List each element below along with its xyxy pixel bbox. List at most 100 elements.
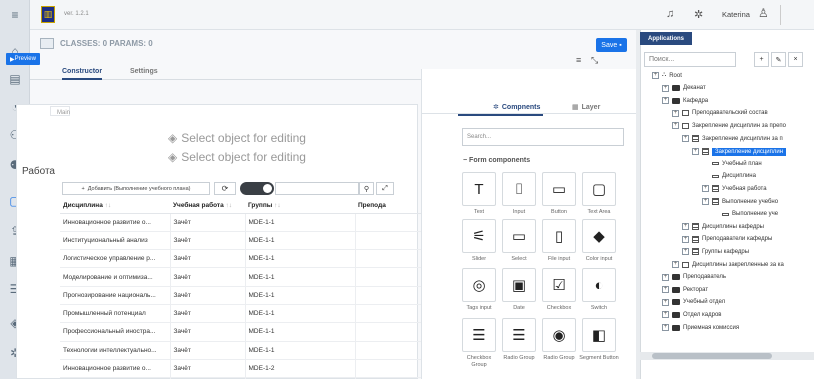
tree-node[interactable]: + Выполнение учебно bbox=[702, 198, 778, 205]
tree-node[interactable]: + Группы кафедры bbox=[682, 248, 749, 256]
column-header[interactable]: Дисциплина ↑↓ bbox=[60, 198, 170, 214]
table-row[interactable]: Промышленный потенциал Зачёт MDE-1-1 bbox=[60, 304, 428, 324]
component-file-input-tile[interactable]: ▯ bbox=[542, 219, 576, 253]
components-search-input[interactable]: Search... bbox=[462, 128, 624, 146]
expand-toggle-icon[interactable]: + bbox=[662, 324, 669, 331]
component-date-tile[interactable]: ▣ bbox=[502, 268, 536, 302]
expand-toggle-icon[interactable]: + bbox=[682, 248, 689, 256]
preview-button[interactable]: ▶ Preview bbox=[6, 53, 40, 65]
tree-node[interactable]: + Преподаватель bbox=[662, 273, 726, 281]
tree-node[interactable]: + Преподаватели кафедры bbox=[682, 235, 772, 243]
expand-toggle-icon[interactable]: + bbox=[662, 298, 669, 306]
view-toggle[interactable] bbox=[240, 182, 274, 195]
component-color-input-tile[interactable]: ◆ bbox=[582, 219, 616, 253]
hamburger-menu-icon[interactable]: ≡ bbox=[576, 55, 581, 65]
tree-node[interactable]: + Учебный отдел bbox=[662, 298, 725, 306]
component-checkbox-group-tile[interactable]: ☰ bbox=[462, 318, 496, 352]
component-input-tile[interactable]: ⌷ bbox=[502, 172, 536, 206]
table-row[interactable]: Прогнозирование националь... Зачёт MDE-1-1 bbox=[60, 286, 428, 305]
tree-node[interactable]: + Кафедра bbox=[662, 97, 708, 105]
tab-layer[interactable]: ▦ Layer bbox=[572, 103, 600, 112]
table-row[interactable]: Институциональный анализ Зачёт MDE-1-1 bbox=[60, 231, 428, 251]
tree-node[interactable]: + Дисциплины закрепленные за ка bbox=[672, 261, 784, 268]
add-row-button[interactable]: + Добавить (Выполнение учебного плана) bbox=[62, 182, 210, 195]
expand-toggle-icon[interactable]: + bbox=[692, 148, 699, 156]
tree-node[interactable]: + Закрепление дисциплин за п bbox=[682, 135, 783, 142]
tree-node[interactable]: + Деканат bbox=[662, 84, 706, 92]
expand-toggle-icon[interactable]: + bbox=[672, 261, 679, 268]
tree-node[interactable]: Выполнение уче bbox=[712, 211, 778, 218]
delete-node-button[interactable]: × bbox=[788, 52, 803, 67]
component-radio-group-tile[interactable]: ◉ bbox=[542, 318, 576, 352]
tree-node[interactable]: Учебный план bbox=[702, 160, 762, 167]
gear-icon[interactable]: ✲ bbox=[694, 8, 703, 21]
table-row[interactable]: Технологии интеллектуально... Зачёт MDE-1-… bbox=[60, 341, 428, 360]
component-segment-button-tile[interactable]: ◧ bbox=[582, 318, 616, 352]
column-header[interactable]: Препода bbox=[355, 198, 428, 214]
user-name[interactable]: Katerina bbox=[722, 10, 750, 19]
table-search-input[interactable] bbox=[275, 182, 359, 195]
menu-icon[interactable]: ≡ bbox=[6, 6, 24, 24]
expand-toggle-icon[interactable]: + bbox=[682, 135, 689, 142]
tree-node[interactable]: + Отдел кадров bbox=[662, 311, 721, 319]
expand-toggle-icon[interactable] bbox=[702, 160, 709, 167]
scrollbar-thumb[interactable] bbox=[652, 353, 772, 359]
collapse-icon[interactable]: ⤡ bbox=[591, 55, 598, 66]
expand-button[interactable]: ⤢ bbox=[376, 182, 394, 195]
column-header[interactable]: Учебная работа ↑↓ bbox=[170, 198, 245, 214]
expand-toggle-icon[interactable]: + bbox=[662, 273, 669, 281]
save-button[interactable]: Save ▪ bbox=[596, 38, 627, 52]
expand-toggle-icon[interactable] bbox=[702, 173, 709, 180]
table-search-button[interactable]: ⚲ bbox=[359, 182, 374, 195]
bell-icon[interactable]: ♫ bbox=[666, 8, 674, 20]
tree-node[interactable]: Дисциплина bbox=[702, 173, 756, 180]
tree-node[interactable]: + Преподавательский состав bbox=[672, 109, 768, 117]
table-row[interactable]: Логистическое управление р... Зачёт MDE-1-… bbox=[60, 249, 428, 269]
table-row[interactable]: Инновационное развитие о... Зачёт MDE-1-1 bbox=[60, 213, 428, 232]
component-switch-tile[interactable]: ◐ bbox=[582, 268, 616, 302]
tree-node[interactable]: + ⛬ Root bbox=[652, 72, 682, 79]
tree-horizontal-scrollbar[interactable] bbox=[640, 352, 814, 360]
expand-toggle-icon[interactable]: + bbox=[662, 97, 669, 105]
expand-toggle-icon[interactable]: + bbox=[672, 109, 679, 117]
tree-node[interactable]: + Ректорат bbox=[662, 286, 708, 294]
table-row[interactable]: Профессиональный иностра... Зачёт MDE-1-1 bbox=[60, 322, 428, 342]
tree-node[interactable]: + Закрепление дисциплин bbox=[692, 147, 787, 156]
add-node-button[interactable]: + bbox=[754, 52, 769, 67]
expand-toggle-icon[interactable]: + bbox=[682, 223, 689, 231]
expand-toggle-icon[interactable]: + bbox=[652, 72, 659, 79]
refresh-button[interactable]: ⟳ bbox=[214, 182, 236, 195]
tree-search-input[interactable]: Поиск... bbox=[644, 52, 736, 67]
component-select-tile[interactable]: ▭ bbox=[502, 219, 536, 253]
component-checkbox-tile[interactable]: ☑ bbox=[542, 268, 576, 302]
expand-toggle-icon[interactable]: + bbox=[702, 185, 709, 193]
column-header[interactable]: Группы ↑↓ bbox=[245, 198, 355, 214]
component-text-area-tile[interactable]: ▢ bbox=[582, 172, 616, 206]
document-icon[interactable]: ▤ bbox=[6, 70, 24, 88]
tab-settings[interactable]: Settings bbox=[130, 68, 158, 75]
component-tags-input-tile[interactable]: ◎ bbox=[462, 268, 496, 302]
tree-node[interactable]: + Дисциплины кафедры bbox=[682, 223, 764, 231]
component-radio-group-tile[interactable]: ☰ bbox=[502, 318, 536, 352]
cube-icon: ◈ bbox=[168, 131, 178, 145]
component-slider-tile[interactable]: ⚟ bbox=[462, 219, 496, 253]
expand-toggle-icon[interactable]: + bbox=[682, 235, 689, 243]
tree-node[interactable]: + Приемная комиссия bbox=[662, 324, 739, 331]
component-text-tile[interactable]: T bbox=[462, 172, 496, 206]
tab-components[interactable]: ✲ Compnents bbox=[493, 103, 540, 112]
edit-node-button[interactable]: ✎ bbox=[771, 52, 786, 67]
expand-toggle-icon[interactable]: + bbox=[702, 198, 709, 205]
expand-toggle-icon[interactable]: + bbox=[662, 286, 669, 294]
table-row[interactable]: Инновационное развитие о... Зачёт MDE-1-2 bbox=[60, 359, 428, 379]
tree-node[interactable]: + Учебная работа bbox=[702, 185, 767, 193]
expand-toggle-icon[interactable]: + bbox=[672, 122, 679, 130]
tab-applications[interactable]: Applications bbox=[640, 32, 692, 45]
table-row[interactable]: Моделирование и оптимиза... Зачёт MDE-1-1 bbox=[60, 267, 428, 287]
user-icon[interactable]: ♙ bbox=[758, 6, 769, 20]
expand-toggle-icon[interactable]: + bbox=[662, 311, 669, 319]
tab-constructor[interactable]: Constructor bbox=[62, 68, 103, 80]
tree-node[interactable]: + Закрепление дисциплин за препо bbox=[672, 122, 786, 130]
expand-toggle-icon[interactable] bbox=[712, 211, 719, 218]
component-button-tile[interactable]: ▭ bbox=[542, 172, 576, 206]
expand-toggle-icon[interactable]: + bbox=[662, 84, 669, 92]
